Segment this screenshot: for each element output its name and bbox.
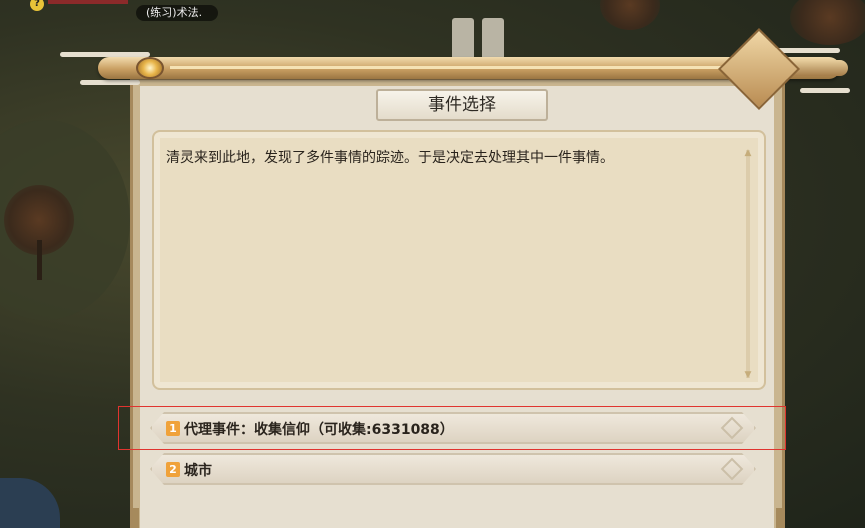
health-bar	[48, 0, 128, 4]
rod-gem-icon	[136, 57, 164, 79]
cloud-decoration	[80, 80, 140, 85]
background-pillar	[482, 18, 504, 58]
skill-status-label: (练习)术法.	[136, 5, 218, 21]
description-scrollbar[interactable]	[746, 150, 750, 378]
alert-icon[interactable]: ?	[30, 0, 44, 11]
description-box	[152, 130, 766, 390]
background-pillar	[452, 18, 474, 58]
selection-highlight	[118, 406, 786, 450]
background-tree-trunk	[37, 240, 42, 280]
option-city[interactable]: 2 城市	[150, 453, 756, 485]
option-label: 城市	[184, 463, 212, 479]
scroll-rod-highlight	[170, 66, 730, 69]
background-tree	[790, 0, 865, 45]
description-text: 清灵来到此地，发现了多件事情的踪迹。于是决定去处理其中一件事情。	[166, 150, 614, 166]
background-tree	[600, 0, 660, 30]
panel-pin	[133, 508, 139, 528]
dialog-title: 事件选择	[376, 89, 548, 121]
panel-pin	[776, 508, 782, 528]
scroll-down-icon[interactable]: ▼	[741, 370, 755, 380]
diamond-ornament-icon	[721, 458, 744, 481]
scroll-up-icon[interactable]: ▲	[741, 148, 755, 158]
background-water	[0, 478, 60, 528]
cloud-decoration	[800, 88, 850, 93]
option-number-badge: 2	[166, 462, 180, 477]
